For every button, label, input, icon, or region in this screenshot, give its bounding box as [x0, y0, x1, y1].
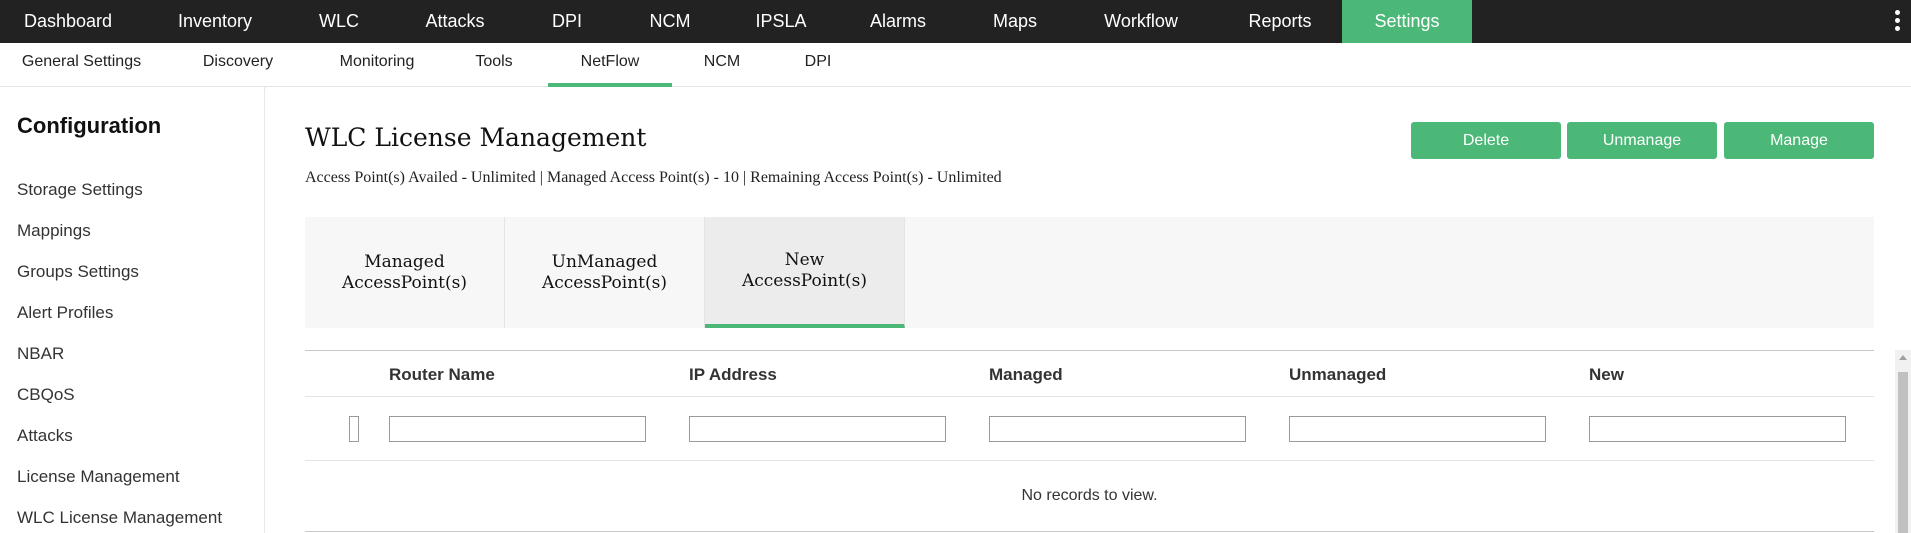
vertical-scrollbar[interactable] — [1895, 350, 1911, 533]
topnav-alarms[interactable]: Alarms — [830, 0, 966, 43]
unmanaged-filter-input[interactable] — [1289, 416, 1546, 442]
topnav-ipsla[interactable]: IPSLA — [732, 0, 830, 43]
tab-unmanaged-access-points[interactable]: UnManaged AccessPoint(s) — [505, 217, 705, 328]
topnav-settings[interactable]: Settings — [1342, 0, 1472, 43]
column-header-unmanaged[interactable]: Unmanaged — [1289, 365, 1386, 385]
topnav-reports[interactable]: Reports — [1218, 0, 1342, 43]
sidebar-item-wlc-license-management[interactable]: WLC License Management — [17, 508, 222, 528]
grid-header-row: Router Name IP Address Managed Unmanaged… — [305, 351, 1874, 397]
top-navigation-bar: Dashboard Inventory WLC Attacks DPI NCM … — [0, 0, 1911, 43]
subnav-ncm[interactable]: NCM — [672, 43, 772, 87]
topnav-wlc[interactable]: WLC — [294, 0, 384, 43]
subnav-monitoring[interactable]: Monitoring — [313, 43, 441, 87]
delete-button[interactable]: Delete — [1411, 122, 1561, 159]
access-point-grid: Router Name IP Address Managed Unmanaged… — [305, 350, 1874, 533]
scrollbar-thumb[interactable] — [1898, 372, 1908, 533]
license-summary: Access Point(s) Availed - Unlimited | Ma… — [305, 169, 1002, 186]
router-name-filter-input[interactable] — [389, 416, 646, 442]
topnav-attacks[interactable]: Attacks — [384, 0, 526, 43]
managed-filter-input[interactable] — [989, 416, 1246, 442]
access-point-tabs: Managed AccessPoint(s) UnManaged AccessPoi… — [305, 217, 1874, 328]
subnav-discovery[interactable]: Discovery — [163, 43, 313, 87]
ip-address-filter-input[interactable] — [689, 416, 946, 442]
tab-label-line2: AccessPoint(s) — [741, 270, 868, 291]
topnav-inventory[interactable]: Inventory — [136, 0, 294, 43]
tab-label-line2: AccessPoint(s) — [341, 272, 468, 293]
tab-label-line1: Managed — [364, 251, 445, 272]
tab-label-line2: AccessPoint(s) — [541, 272, 668, 293]
sidebar-item-storage-settings[interactable]: Storage Settings — [17, 180, 143, 200]
sidebar-item-nbar[interactable]: NBAR — [17, 344, 64, 364]
subnav-tools[interactable]: Tools — [441, 43, 547, 87]
tab-label-line1: UnManaged — [551, 251, 658, 272]
column-header-ip-address[interactable]: IP Address — [689, 365, 777, 385]
sidebar-title: Configuration — [17, 113, 162, 138]
more-options-icon[interactable] — [1893, 10, 1901, 34]
sidebar-item-license-management[interactable]: License Management — [17, 467, 180, 487]
subnav-general-settings[interactable]: General Settings — [0, 43, 163, 87]
tab-managed-access-points[interactable]: Managed AccessPoint(s) — [305, 217, 505, 328]
sidebar-item-groups-settings[interactable]: Groups Settings — [17, 262, 139, 282]
topnav-dashboard[interactable]: Dashboard — [0, 0, 136, 43]
subnav-netflow[interactable]: NetFlow — [548, 43, 672, 87]
topnav-maps[interactable]: Maps — [966, 0, 1064, 43]
topnav-dpi[interactable]: DPI — [526, 0, 608, 43]
main-content: WLC License Management Access Point(s) A… — [266, 87, 1911, 533]
sidebar-item-attacks[interactable]: Attacks — [17, 426, 73, 446]
sidebar-item-cbqos[interactable]: CBQoS — [17, 385, 75, 405]
column-header-router-name[interactable]: Router Name — [389, 365, 495, 385]
page-title: WLC License Management — [305, 123, 647, 152]
manage-button[interactable]: Manage — [1724, 122, 1874, 159]
grid-filter-row — [305, 397, 1874, 461]
column-header-managed[interactable]: Managed — [989, 365, 1063, 385]
column-header-new[interactable]: New — [1589, 365, 1624, 385]
topnav-ncm[interactable]: NCM — [608, 0, 732, 43]
sidebar-item-mappings[interactable]: Mappings — [17, 221, 91, 241]
scroll-up-arrow-icon[interactable] — [1899, 355, 1907, 360]
empty-grid-message: No records to view. — [1021, 487, 1158, 504]
subnav-dpi[interactable]: DPI — [772, 43, 864, 87]
select-all-checkbox[interactable] — [349, 416, 359, 442]
sidebar-item-alert-profiles[interactable]: Alert Profiles — [17, 303, 113, 323]
tab-new-access-points[interactable]: New AccessPoint(s) — [705, 217, 905, 328]
unmanage-button[interactable]: Unmanage — [1567, 122, 1717, 159]
tab-label-line1: New — [784, 249, 825, 270]
grid-bottom-border — [305, 531, 1874, 532]
new-filter-input[interactable] — [1589, 416, 1846, 442]
configuration-sidebar: Configuration Storage Settings Mappings … — [0, 87, 265, 533]
topnav-workflow[interactable]: Workflow — [1064, 0, 1218, 43]
sub-navigation-bar: General Settings Discovery Monitoring To… — [0, 43, 1911, 87]
